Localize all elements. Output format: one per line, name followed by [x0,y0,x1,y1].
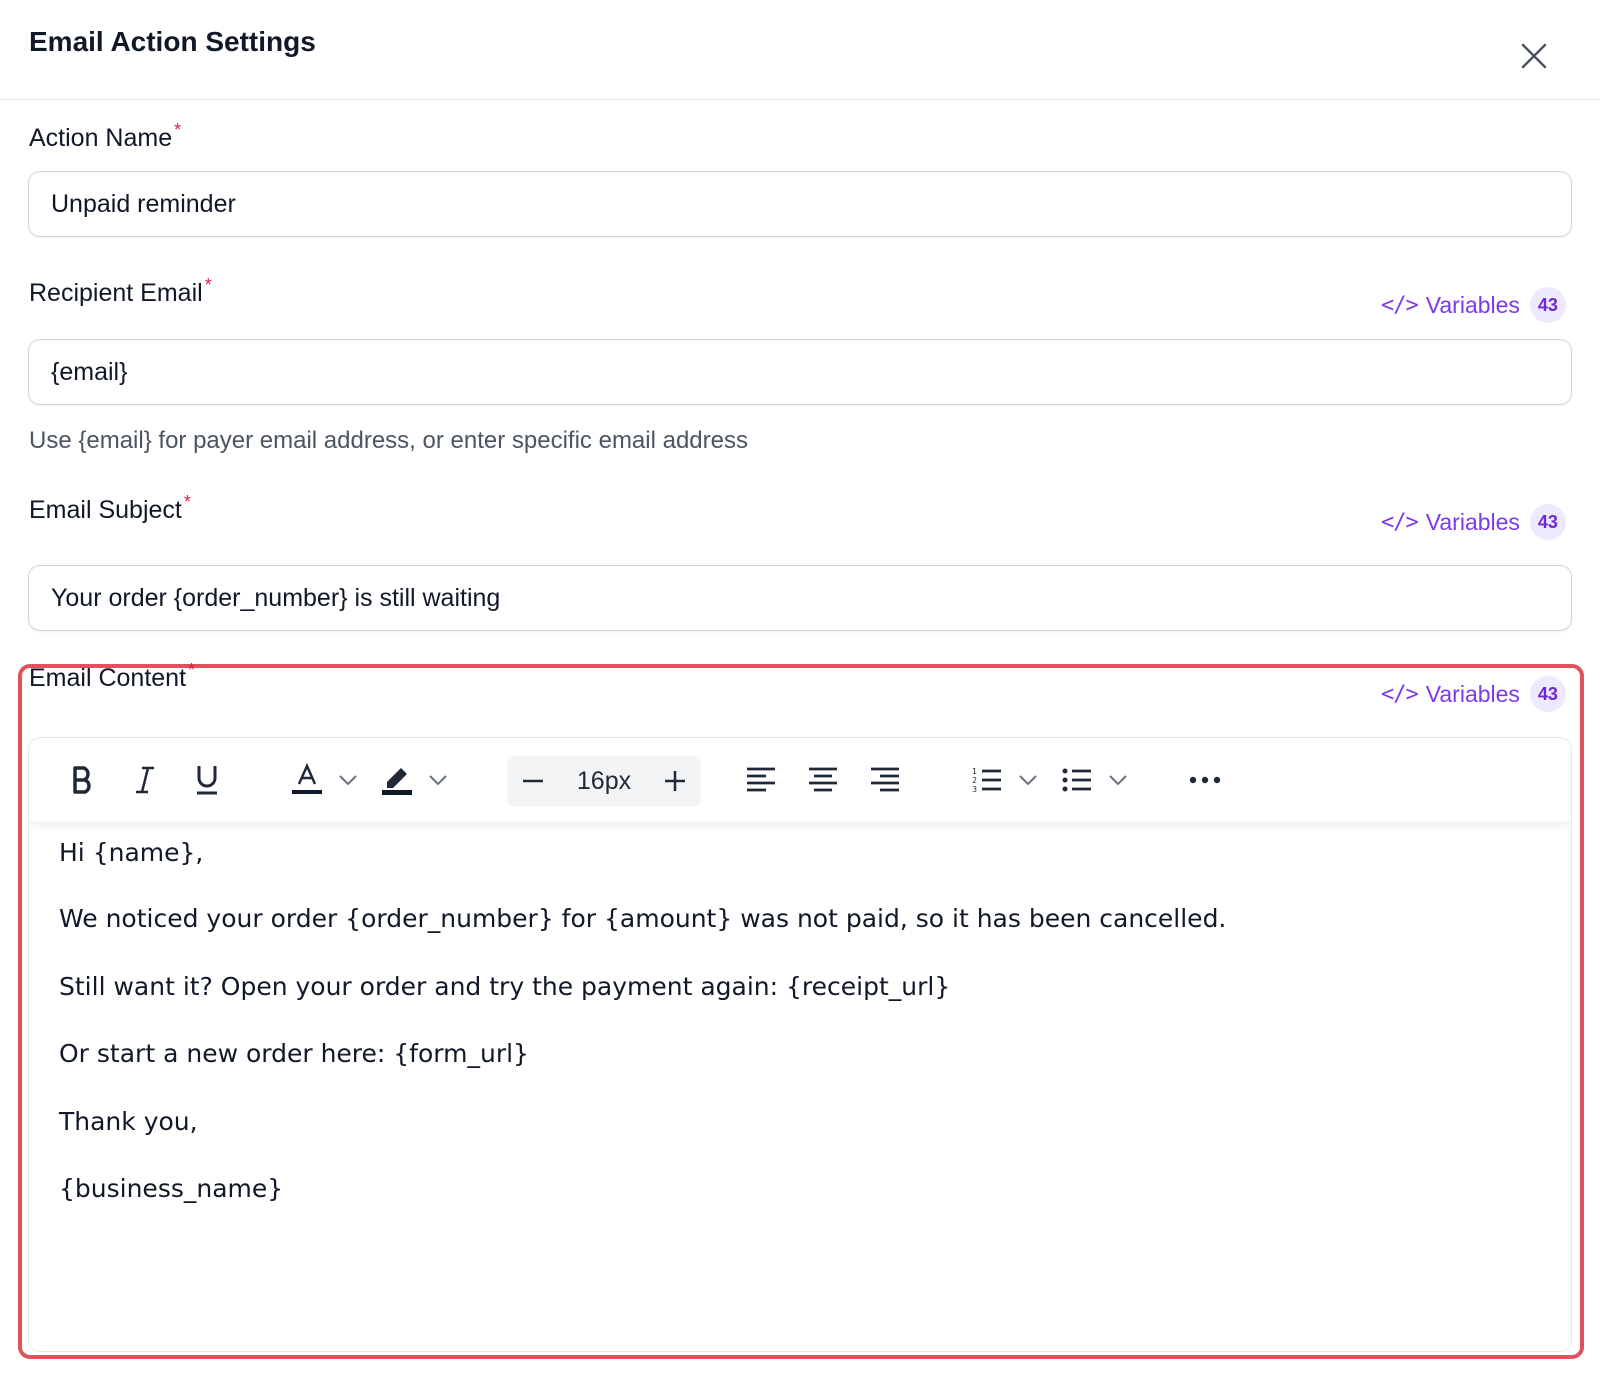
code-icon: </> [1381,292,1419,318]
content-line: Or start a new order here: {form_url} [59,1039,529,1068]
highlight-dropdown[interactable] [425,764,451,796]
content-line: {business_name} [59,1174,284,1203]
bullet-list-icon [1062,768,1091,792]
highlight-icon [382,768,412,795]
ordered-list-button[interactable]: 1 2 3 [967,760,1007,800]
variables-count-badge: 43 [1529,287,1566,323]
increase-font-size-button[interactable] [655,761,695,801]
align-center-button[interactable] [803,760,843,800]
email-subject-input[interactable] [28,565,1572,631]
recipient-email-input[interactable] [28,339,1572,405]
bold-button[interactable] [63,760,103,800]
italic-button[interactable] [125,760,165,800]
content-line: We noticed your order {order_number} for… [59,904,1227,933]
email-subject-label: Email Subject * [29,492,191,524]
required-mark: * [174,120,182,140]
svg-text:3: 3 [972,785,977,794]
variables-count-badge: 43 [1529,676,1566,712]
required-mark: * [183,492,191,512]
required-mark: * [188,660,196,680]
variables-count-badge: 43 [1529,504,1566,540]
dialog-title: Email Action Settings [29,26,316,57]
underline-button[interactable] [187,760,227,800]
text-color-dropdown[interactable] [335,764,361,796]
align-left-button[interactable] [741,760,781,800]
subject-variables-button[interactable]: </> Variables 43 [1381,504,1566,540]
action-name-input[interactable] [28,171,1572,237]
content-line: Still want it? Open your order and try t… [59,972,951,1001]
more-icon [1189,776,1221,784]
align-right-button[interactable] [865,760,905,800]
close-button[interactable] [1518,40,1550,72]
bullet-list-dropdown[interactable] [1105,764,1131,796]
variables-label: Variables [1425,508,1520,535]
svg-text:1: 1 [972,767,977,776]
underline-icon [197,766,217,795]
chevron-down-icon [1019,775,1037,786]
font-size-value: 16px [576,767,632,795]
decrease-font-size-button[interactable] [513,761,553,801]
variables-label: Variables [1425,680,1520,707]
minus-icon [523,779,543,783]
code-icon: </> [1381,509,1419,535]
ordered-list-icon: 1 2 3 [972,767,1001,794]
svg-text:2: 2 [972,776,977,785]
align-left-icon [747,767,775,792]
italic-icon [136,766,154,794]
align-center-icon [809,767,837,792]
content-variables-button[interactable]: </> Variables 43 [1381,676,1566,712]
align-right-icon [871,767,899,792]
content-line: Hi {name}, [59,838,204,867]
content-line: Thank you, [59,1107,198,1136]
text-color-icon [292,762,322,794]
recipient-variables-button[interactable]: </> Variables 43 [1381,287,1566,323]
plus-icon [665,771,685,791]
dialog-header: Email Action Settings [0,0,1600,100]
font-size-control: 16px [507,756,701,806]
variables-label: Variables [1425,291,1520,318]
ordered-list-dropdown[interactable] [1015,764,1041,796]
close-icon [1521,43,1547,69]
bold-icon [73,766,91,794]
more-options-button[interactable] [1185,760,1225,800]
text-color-button[interactable] [285,758,329,802]
required-mark: * [204,275,212,295]
chevron-down-icon [429,775,447,786]
email-content-label: Email Content * [29,660,196,692]
chevron-down-icon [339,775,357,786]
highlight-button[interactable] [375,758,419,802]
editor-toolbar: 16px 1 2 3 [29,738,1571,823]
chevron-down-icon [1109,775,1127,786]
recipient-email-hint: Use {email} for payer email address, or … [29,427,748,454]
action-name-label: Action Name * [29,120,182,152]
rich-text-editor[interactable]: 16px 1 2 3 Hi {name}, We noticed your or… [28,737,1572,1352]
recipient-email-label: Recipient Email * [29,275,212,307]
code-icon: </> [1381,681,1419,707]
bullet-list-button[interactable] [1057,760,1097,800]
